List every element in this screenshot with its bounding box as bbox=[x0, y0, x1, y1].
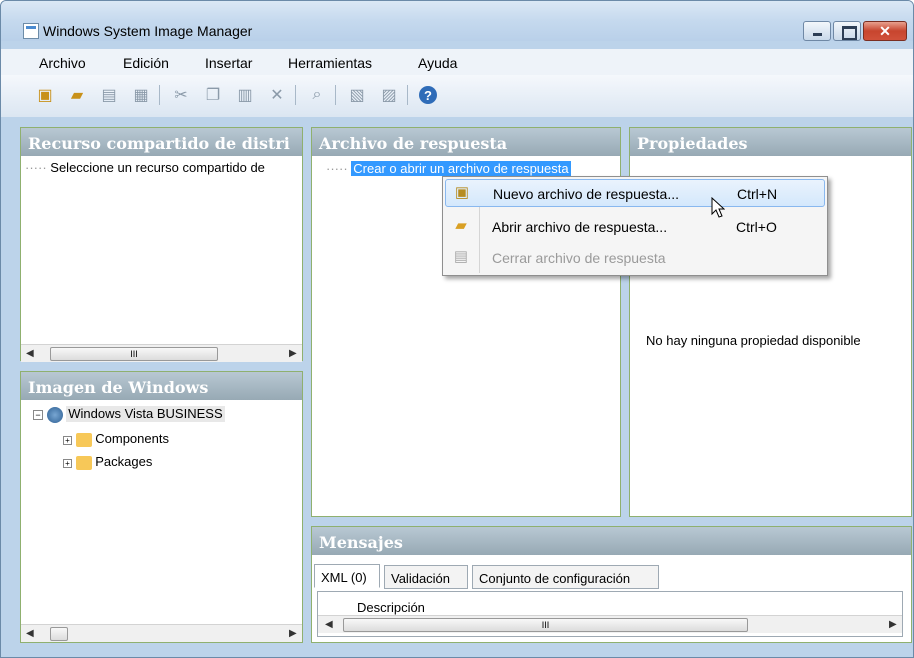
image-horizontal-scrollbar[interactable]: ◀ ▶ bbox=[21, 624, 302, 642]
collapse-icon[interactable]: − bbox=[33, 410, 43, 420]
windows-image-label: Windows Vista BUSINESS bbox=[66, 406, 225, 422]
toolbar-separator bbox=[335, 85, 336, 105]
distribution-share-panel: Recurso compartido de distri ····· Selec… bbox=[20, 127, 303, 362]
folder-icon bbox=[75, 455, 92, 470]
answer-file-context-menu: ▣ Nuevo archivo de respuesta... Ctrl+N ▰… bbox=[442, 176, 828, 276]
menu-item-label: Abrir archivo de respuesta... bbox=[492, 219, 668, 235]
toolbar: ▣ ▰ ▤ ▦ ✂ ❐ ▥ ✕ ⌕ ▧ ▨ ? bbox=[1, 75, 913, 117]
menu-archivo[interactable]: Archivo bbox=[39, 55, 86, 71]
distribution-horizontal-scrollbar[interactable]: ◀ III ▶ bbox=[21, 344, 302, 362]
answer-file-header: Archivo de respuesta bbox=[312, 128, 620, 156]
validate-icon[interactable]: ▧ bbox=[347, 85, 367, 105]
scroll-left-icon[interactable]: ◀ bbox=[26, 348, 34, 359]
menu-insertar[interactable]: Insertar bbox=[205, 55, 252, 71]
tab-validacion[interactable]: Validación bbox=[384, 565, 468, 589]
windows-image-panel: Imagen de Windows − Windows Vista BUSINE… bbox=[20, 371, 303, 643]
messages-list: Descripción ◀ III ▶ bbox=[317, 591, 903, 637]
delete-icon[interactable]: ✕ bbox=[267, 85, 287, 105]
windows-image-root[interactable]: − Windows Vista BUSINESS bbox=[33, 406, 298, 428]
scroll-left-icon[interactable]: ◀ bbox=[325, 619, 333, 630]
config-icon[interactable]: ▨ bbox=[379, 85, 399, 105]
tree-item-packages[interactable]: + Packages bbox=[63, 454, 283, 470]
properties-header: Propiedades bbox=[630, 128, 911, 156]
windows-image-header: Imagen de Windows bbox=[21, 372, 302, 400]
menu-herramientas[interactable]: Herramientas bbox=[288, 55, 372, 71]
answer-file-label: Crear o abrir un archivo de respuesta bbox=[351, 161, 571, 176]
menu-item-label: Nuevo archivo de respuesta... bbox=[493, 186, 679, 202]
menu-edicion[interactable]: Edición bbox=[123, 55, 169, 71]
menu-bar: Archivo Edición Insertar Herramientas Ay… bbox=[1, 49, 913, 75]
cut-icon[interactable]: ✂ bbox=[171, 85, 191, 105]
close-button[interactable]: ✕ bbox=[863, 21, 907, 41]
main-window: Windows System Image Manager ✕ Archivo E… bbox=[0, 0, 914, 658]
menu-item-open-answer-file[interactable]: ▰ Abrir archivo de respuesta... Ctrl+O bbox=[445, 213, 825, 241]
close-icon: ✕ bbox=[879, 23, 891, 39]
scroll-right-icon[interactable]: ▶ bbox=[289, 348, 297, 359]
scroll-right-icon[interactable]: ▶ bbox=[289, 628, 297, 639]
toolbar-separator bbox=[407, 85, 408, 105]
help-icon[interactable]: ? bbox=[419, 86, 437, 104]
messages-horizontal-scrollbar[interactable]: ◀ III ▶ bbox=[318, 615, 902, 633]
tab-xml[interactable]: XML (0) bbox=[314, 564, 380, 588]
tab-conjunto-configuracion[interactable]: Conjunto de configuración bbox=[472, 565, 659, 589]
window-title: Windows System Image Manager bbox=[43, 23, 253, 39]
search-icon[interactable]: ⌕ bbox=[307, 85, 327, 105]
tree-item-label: Components bbox=[95, 431, 169, 446]
distribution-share-label: Seleccione un recurso compartido de bbox=[50, 160, 265, 175]
tree-item-label: Packages bbox=[95, 454, 153, 469]
tree-item-components[interactable]: + Components bbox=[63, 431, 283, 447]
mouse-pointer-icon bbox=[711, 197, 725, 218]
menu-item-shortcut: Ctrl+O bbox=[736, 219, 777, 235]
new-file-icon: ▣ bbox=[454, 184, 470, 201]
menu-item-label: Cerrar archivo de respuesta bbox=[492, 250, 666, 266]
paste-icon[interactable]: ▥ bbox=[235, 85, 255, 105]
windows-image-icon bbox=[46, 406, 63, 423]
messages-header: Mensajes bbox=[312, 527, 911, 555]
maximize-button[interactable] bbox=[833, 21, 861, 41]
description-column-header[interactable]: Descripción bbox=[357, 600, 425, 615]
scroll-thumb[interactable]: III bbox=[50, 347, 218, 361]
close-file-icon[interactable]: ▤ bbox=[99, 85, 119, 105]
save-icon[interactable]: ▦ bbox=[131, 85, 151, 105]
toolbar-separator bbox=[159, 85, 160, 105]
scroll-thumb[interactable] bbox=[50, 627, 68, 641]
open-folder-icon: ▰ bbox=[455, 217, 467, 234]
new-answer-file-icon[interactable]: ▣ bbox=[35, 85, 55, 105]
scroll-left-icon[interactable]: ◀ bbox=[26, 628, 34, 639]
app-icon bbox=[23, 23, 39, 39]
properties-empty-message: No hay ninguna propiedad disponible bbox=[646, 333, 861, 348]
menu-item-new-answer-file[interactable]: ▣ Nuevo archivo de respuesta... Ctrl+N bbox=[445, 179, 825, 207]
copy-icon[interactable]: ❐ bbox=[203, 85, 223, 105]
distribution-share-item[interactable]: ····· Seleccione un recurso compartido d… bbox=[25, 160, 299, 175]
expand-icon[interactable]: + bbox=[63, 436, 72, 445]
menu-item-shortcut: Ctrl+N bbox=[737, 186, 778, 202]
expand-icon[interactable]: + bbox=[63, 459, 72, 468]
close-file-icon: ▤ bbox=[453, 248, 469, 265]
answer-file-item[interactable]: ····· Crear o abrir un archivo de respue… bbox=[326, 161, 616, 176]
scroll-right-icon[interactable]: ▶ bbox=[889, 619, 897, 630]
minimize-button[interactable] bbox=[803, 21, 831, 41]
menu-ayuda[interactable]: Ayuda bbox=[418, 55, 457, 71]
folder-icon bbox=[75, 432, 92, 447]
scroll-thumb[interactable]: III bbox=[343, 618, 748, 632]
toolbar-separator bbox=[295, 85, 296, 105]
open-folder-icon[interactable]: ▰ bbox=[67, 85, 87, 105]
distribution-share-header: Recurso compartido de distri bbox=[21, 128, 302, 156]
menu-item-close-answer-file[interactable]: ▤ Cerrar archivo de respuesta bbox=[445, 244, 825, 272]
title-bar: Windows System Image Manager ✕ bbox=[1, 1, 913, 41]
